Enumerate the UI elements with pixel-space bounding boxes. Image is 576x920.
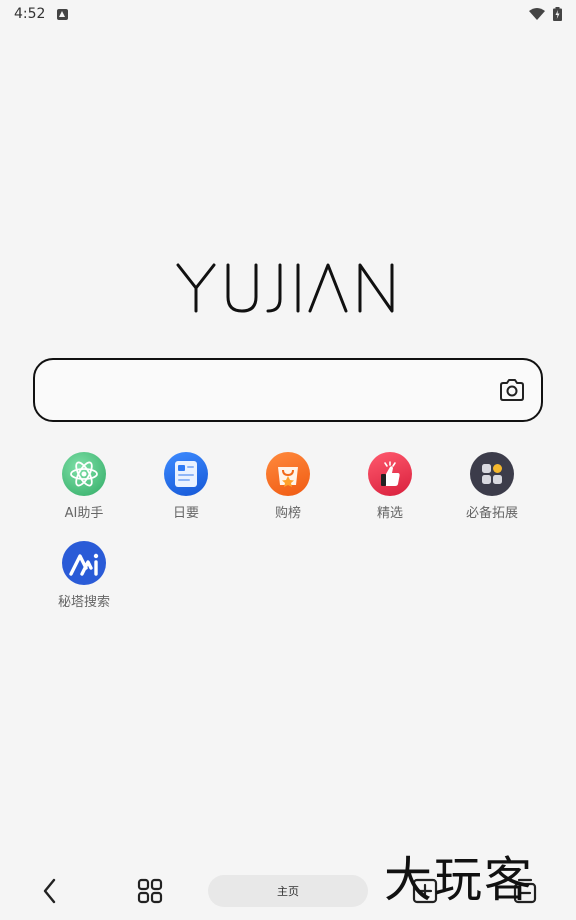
news-icon	[164, 452, 208, 496]
shortcut-label: 必备拓展	[465, 506, 518, 521]
chevron-left-icon	[43, 878, 56, 904]
shortcut-grid: AI助手 日要 购榜 精选 必备拓展 秘塔搜索	[33, 452, 543, 610]
bottom-nav: 主页	[0, 862, 576, 920]
home-button[interactable]: 主页	[208, 875, 368, 907]
yujian-logo-mark	[176, 263, 394, 313]
shortcut-featured[interactable]: 精选	[339, 452, 441, 521]
extensions-grid-icon	[470, 452, 514, 496]
back-button[interactable]	[33, 874, 67, 908]
shopping-bag-icon	[266, 452, 310, 496]
shortcut-label: 购榜	[274, 506, 301, 521]
metaso-icon	[62, 541, 106, 585]
tabs-button[interactable]	[508, 874, 542, 908]
status-time: 4:52	[14, 6, 46, 22]
search-input[interactable]	[51, 360, 491, 420]
shortcut-shopping-rank[interactable]: 购榜	[237, 452, 339, 521]
android-a-icon	[57, 8, 69, 20]
camera-icon	[500, 379, 524, 401]
shortcut-label: AI助手	[64, 506, 104, 521]
status-bar: 4:52	[0, 0, 576, 28]
shortcut-daily-news[interactable]: 日要	[135, 452, 237, 521]
thumbs-up-icon	[368, 452, 412, 496]
shortcut-label: 精选	[376, 506, 403, 521]
wifi-icon	[529, 8, 545, 20]
shortcut-metaso-search[interactable]: 秘塔搜索	[33, 541, 135, 610]
search-box[interactable]	[33, 358, 543, 422]
new-tab-button[interactable]	[408, 874, 442, 908]
shortcut-label: 日要	[172, 506, 199, 521]
status-right	[529, 7, 562, 21]
battery-charging-icon	[553, 7, 562, 21]
shortcut-label: 秘塔搜索	[57, 595, 110, 610]
camera-button[interactable]	[497, 375, 527, 405]
yujian-logo	[0, 253, 576, 323]
status-left: 4:52	[14, 6, 69, 22]
apps-button[interactable]	[133, 874, 167, 908]
shortcut-extensions[interactable]: 必备拓展	[441, 452, 543, 521]
shortcut-ai-assistant[interactable]: AI助手	[33, 452, 135, 521]
plus-square-icon	[412, 878, 438, 904]
grid-icon	[137, 878, 163, 904]
atom-icon	[62, 452, 106, 496]
tabs-icon	[513, 878, 537, 904]
